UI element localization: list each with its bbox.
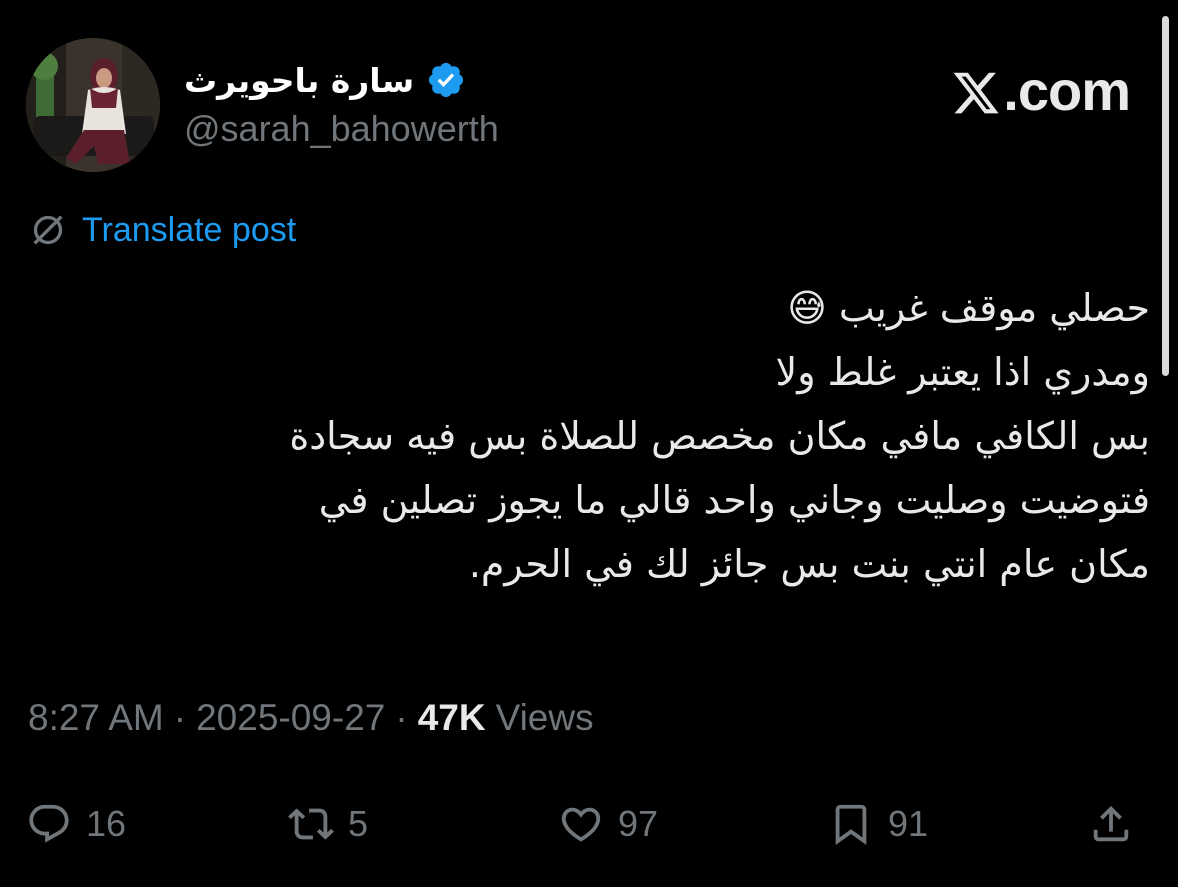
post-time[interactable]: 8:27 AM xyxy=(28,697,164,739)
scrollbar[interactable] xyxy=(1162,16,1169,376)
reply-icon xyxy=(29,804,69,843)
post-line: بس الكافي مافي مكان مخصص للصلاة بس فيه س… xyxy=(289,414,1150,458)
verified-badge-icon xyxy=(429,62,464,98)
action-bar: 16 5 97 91 xyxy=(26,792,1146,856)
avatar[interactable] xyxy=(26,38,160,172)
meta-separator: · xyxy=(173,697,187,738)
bookmark-button[interactable]: 91 xyxy=(828,792,928,856)
views-label[interactable]: Views xyxy=(496,697,594,739)
like-count: 97 xyxy=(618,803,659,844)
post-line: مكان عام انتي بنت بس جائز لك في الحرم. xyxy=(468,542,1150,586)
x-logo-icon xyxy=(953,72,999,113)
translate-globe-icon xyxy=(33,215,63,245)
views-count[interactable]: 47K xyxy=(418,697,486,739)
x-brand-logo: .com xyxy=(951,58,1131,123)
post-text: حصلي موقف غريب 😅 ومدري اذا يعتبر غلط ولا… xyxy=(70,276,1150,596)
like-button[interactable]: 97 xyxy=(558,792,658,856)
bookmark-count: 91 xyxy=(888,803,929,844)
post-line: ومدري اذا يعتبر غلط ولا xyxy=(775,350,1150,394)
repost-count: 5 xyxy=(348,803,369,844)
repost-button[interactable]: 5 xyxy=(288,792,368,856)
meta-separator: · xyxy=(395,697,408,738)
post-meta: 8:27 AM · 2025-09-27 · 47K Views xyxy=(28,697,594,739)
repost-icon xyxy=(288,808,334,840)
author-name-row[interactable]: سارة باحويرث xyxy=(184,54,466,106)
bookmark-icon xyxy=(835,804,867,845)
profile-photo xyxy=(26,38,160,172)
post-date[interactable]: 2025-09-27 xyxy=(196,697,385,739)
author-display-name[interactable]: سارة باحويرث xyxy=(184,61,414,100)
author-handle[interactable]: @sarah_bahowerth xyxy=(184,108,499,150)
heart-icon xyxy=(561,807,601,842)
share-icon xyxy=(1093,805,1129,842)
reply-count: 16 xyxy=(86,803,127,844)
reply-button[interactable]: 16 xyxy=(26,792,126,856)
share-button[interactable] xyxy=(1088,792,1134,856)
translate-post-row[interactable]: Translate post xyxy=(28,210,296,250)
brand-label: .com xyxy=(1003,59,1131,122)
translate-post-link[interactable]: Translate post xyxy=(82,211,296,250)
post-line: حصلي موقف غريب 😅 xyxy=(787,286,1150,330)
post-line: فتوضيت وصليت وجاني واحد قالي ما يجوز تصل… xyxy=(318,478,1150,522)
